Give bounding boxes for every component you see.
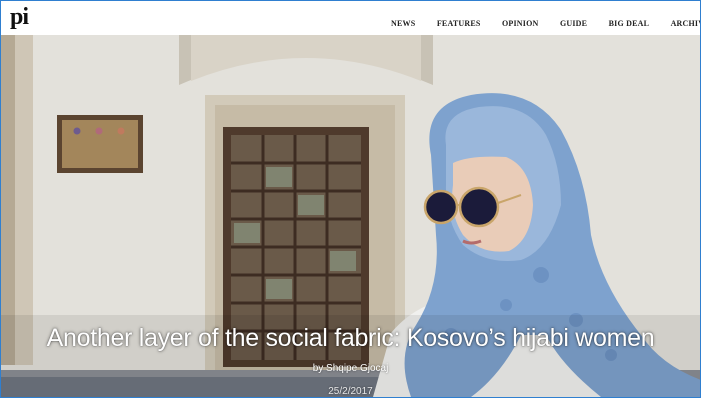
nav-item-news[interactable]: NEWS [391, 19, 415, 28]
hero-date: 25/2/2017 [328, 386, 373, 397]
site-logo[interactable]: pi [10, 5, 29, 29]
nav-item-archive[interactable]: ARCHIV [671, 19, 700, 28]
browser-viewport: pi NEWS FEATURES OPINION GUIDE BIG DEAL … [0, 0, 701, 398]
nav-item-big-deal[interactable]: BIG DEAL [609, 19, 650, 28]
hero-feature[interactable]: Another layer of the social fabric: Koso… [1, 35, 700, 397]
hero-headline[interactable]: Another layer of the social fabric: Koso… [1, 324, 700, 353]
hero-byline: by Shqipe Gjocaj [312, 363, 389, 374]
site-header: pi NEWS FEATURES OPINION GUIDE BIG DEAL … [1, 1, 700, 35]
nav-item-opinion[interactable]: OPINION [502, 19, 539, 28]
main-nav: NEWS FEATURES OPINION GUIDE BIG DEAL ARC… [391, 13, 700, 31]
nav-item-features[interactable]: FEATURES [437, 19, 481, 28]
nav-item-guide[interactable]: GUIDE [560, 19, 587, 28]
